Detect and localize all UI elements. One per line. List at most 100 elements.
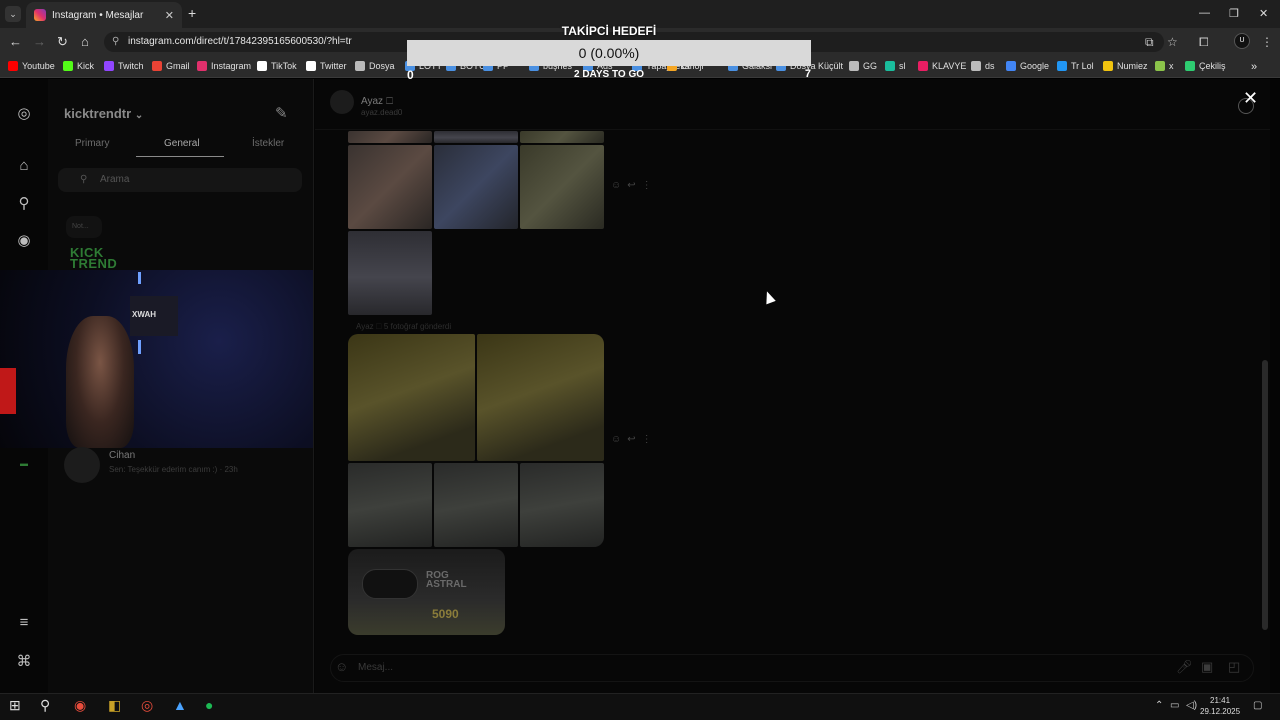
- bookmark-25[interactable]: x: [1155, 61, 1174, 71]
- bookmark-3[interactable]: Twitch: [104, 61, 144, 71]
- bookmark-16[interactable]: Galaksi: [728, 61, 772, 71]
- emoji-icon[interactable]: ☺: [335, 659, 348, 674]
- photo-thumbnail[interactable]: [348, 131, 432, 143]
- notifications-icon[interactable]: ▢: [1253, 700, 1262, 711]
- message-actions[interactable]: ☺↩⋮: [611, 180, 658, 191]
- chat-scrollbar[interactable]: [1262, 360, 1268, 630]
- taskbar-search-icon[interactable]: ⚲: [40, 697, 50, 714]
- install-app-icon[interactable]: ⧉: [1145, 35, 1154, 50]
- bookmark-20[interactable]: KLAVYE: [918, 61, 966, 71]
- bookmark-favicon-icon: [728, 61, 738, 71]
- bookmark-9[interactable]: LOTT: [405, 61, 442, 71]
- network-icon[interactable]: ▭: [1170, 700, 1179, 711]
- window-close-button[interactable]: ✕: [1259, 7, 1268, 20]
- tab-requests[interactable]: İstekler: [252, 138, 284, 149]
- bookmark-6[interactable]: TikTok: [257, 61, 297, 71]
- message-actions[interactable]: ☺↩⋮: [611, 434, 658, 445]
- bookmark-5[interactable]: Instagram: [197, 61, 251, 71]
- streamer-image: [66, 316, 134, 448]
- bookmark-26[interactable]: Çekiliş: [1185, 61, 1226, 71]
- chrome-icon[interactable]: ◉: [74, 697, 86, 714]
- extensions-icon[interactable]: ⧠: [1199, 35, 1209, 50]
- account-switcher[interactable]: kicktrendtr ⌄: [64, 106, 143, 121]
- photo-thumbnail[interactable]: [520, 463, 604, 547]
- chat-avatar[interactable]: [330, 90, 354, 114]
- site-info-icon[interactable]: ⚲: [112, 32, 119, 52]
- bookmark-1[interactable]: Youtube: [8, 61, 55, 71]
- bookmark-4[interactable]: Gmail: [152, 61, 190, 71]
- photo-thumbnail[interactable]: [520, 131, 604, 143]
- photos-icon[interactable]: ▲: [173, 697, 187, 713]
- bookmark-21[interactable]: ds: [971, 61, 995, 71]
- windows-start-icon[interactable]: ⊞: [9, 697, 21, 714]
- photo-thumbnail-gpu[interactable]: ROG ASTRAL 5090: [348, 549, 505, 635]
- minimize-button[interactable]: —: [1199, 7, 1210, 19]
- app-icon[interactable]: ◎: [141, 697, 153, 714]
- profile-avatar-icon[interactable]: U: [1234, 33, 1250, 49]
- photo-thumbnail[interactable]: [348, 231, 432, 315]
- browser-menu-icon[interactable]: ⋮: [1261, 35, 1273, 49]
- spotify-icon[interactable]: ●: [205, 697, 213, 713]
- bookmark-favicon-icon: [971, 61, 981, 71]
- bookmark-8[interactable]: Dosya: [355, 61, 395, 71]
- photo-thumbnail[interactable]: [434, 145, 518, 229]
- sticker-icon[interactable]: ◰: [1228, 659, 1240, 675]
- note-bubble[interactable]: Not...: [66, 216, 102, 238]
- tray-overflow-icon[interactable]: ⌃: [1155, 700, 1163, 711]
- back-icon[interactable]: ←: [9, 34, 22, 49]
- gpu-brand: ROG ASTRAL: [426, 570, 467, 590]
- tab-close-icon[interactable]: ✕: [165, 9, 174, 22]
- menu-nav-icon[interactable]: ≡: [15, 614, 33, 632]
- photo-thumbnail[interactable]: [348, 334, 475, 461]
- home-icon[interactable]: ⌂: [81, 34, 89, 49]
- reload-icon[interactable]: ↻: [57, 34, 68, 50]
- bookmark-15[interactable]: Emoji: [667, 61, 704, 71]
- image-icon[interactable]: ▣: [1201, 659, 1213, 675]
- new-message-icon[interactable]: ✎: [275, 104, 288, 122]
- bookmark-11[interactable]: PP: [483, 61, 509, 71]
- system-clock[interactable]: 21:41 29.12.2025: [1200, 695, 1240, 717]
- tab-primary[interactable]: Primary: [75, 138, 109, 149]
- bookmark-24[interactable]: Numiez: [1103, 61, 1148, 71]
- bookmark-7[interactable]: Twitter: [306, 61, 347, 71]
- bookmark-favicon-icon: [918, 61, 928, 71]
- bookmark-17[interactable]: Dosya Küçült: [776, 61, 843, 71]
- bookmark-23[interactable]: Tr Lol: [1057, 61, 1094, 71]
- search-nav-icon[interactable]: ⚲: [15, 194, 33, 212]
- address-bar[interactable]: ⚲ instagram.com/direct/t/178423951656005…: [104, 32, 1164, 52]
- microphone-icon[interactable]: 🎤︎: [1176, 659, 1193, 675]
- meta-nav-icon[interactable]: ⌘: [15, 652, 33, 670]
- tab-general[interactable]: General: [164, 138, 200, 149]
- bookmark-18[interactable]: GG: [849, 61, 877, 71]
- bookmark-22[interactable]: Google: [1006, 61, 1049, 71]
- league-icon[interactable]: ◧: [108, 697, 121, 714]
- photo-thumbnail[interactable]: [434, 131, 518, 143]
- bookmark-13[interactable]: Ads: [583, 61, 613, 71]
- tab-search-button[interactable]: ⌄: [5, 6, 21, 22]
- photo-thumbnail[interactable]: [520, 145, 604, 229]
- bookmark-19[interactable]: sl: [885, 61, 906, 71]
- gpu-fan: [362, 569, 418, 599]
- forward-icon[interactable]: →: [33, 34, 46, 49]
- photo-thumbnail[interactable]: [434, 463, 518, 547]
- photo-thumbnail[interactable]: [477, 334, 604, 461]
- close-icon[interactable]: ✕: [1243, 88, 1258, 109]
- photo-thumbnail[interactable]: [348, 463, 432, 547]
- more-bookmarks-icon[interactable]: »: [1251, 61, 1257, 73]
- bookmark-2[interactable]: Kick: [63, 61, 94, 71]
- home-nav-icon[interactable]: ⌂: [15, 157, 33, 175]
- bookmark-12[interactable]: büşhes: [529, 61, 572, 71]
- conversation-avatar[interactable]: [64, 447, 100, 483]
- restore-button[interactable]: ❐: [1229, 7, 1239, 20]
- conversation-name[interactable]: Cihan: [109, 450, 135, 461]
- volume-icon[interactable]: ◁): [1186, 700, 1197, 711]
- explore-nav-icon[interactable]: ◉: [15, 231, 33, 249]
- photo-thumbnail[interactable]: [348, 145, 432, 229]
- instagram-logo-icon[interactable]: ◎: [15, 104, 33, 122]
- bookmark-favicon-icon: [583, 61, 593, 71]
- bookmark-star-icon[interactable]: ☆: [1167, 35, 1178, 49]
- search-input[interactable]: ⚲ Arama: [58, 168, 302, 192]
- message-input[interactable]: [330, 654, 1254, 682]
- browser-tab-instagram[interactable]: Instagram • Mesajlar ✕: [26, 2, 182, 28]
- new-tab-button[interactable]: +: [188, 5, 196, 21]
